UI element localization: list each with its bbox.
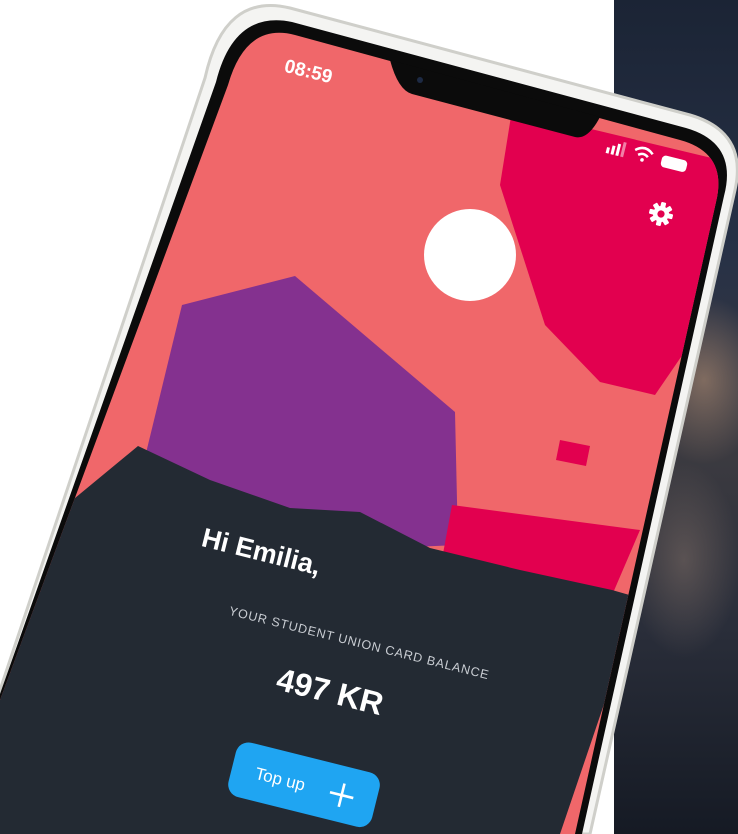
front-camera	[417, 77, 423, 83]
phone-mockup: 08:59 Hi Emilia, YOUR STUDENT UNION CARD…	[0, 4, 738, 834]
sun-illustration	[424, 209, 516, 301]
